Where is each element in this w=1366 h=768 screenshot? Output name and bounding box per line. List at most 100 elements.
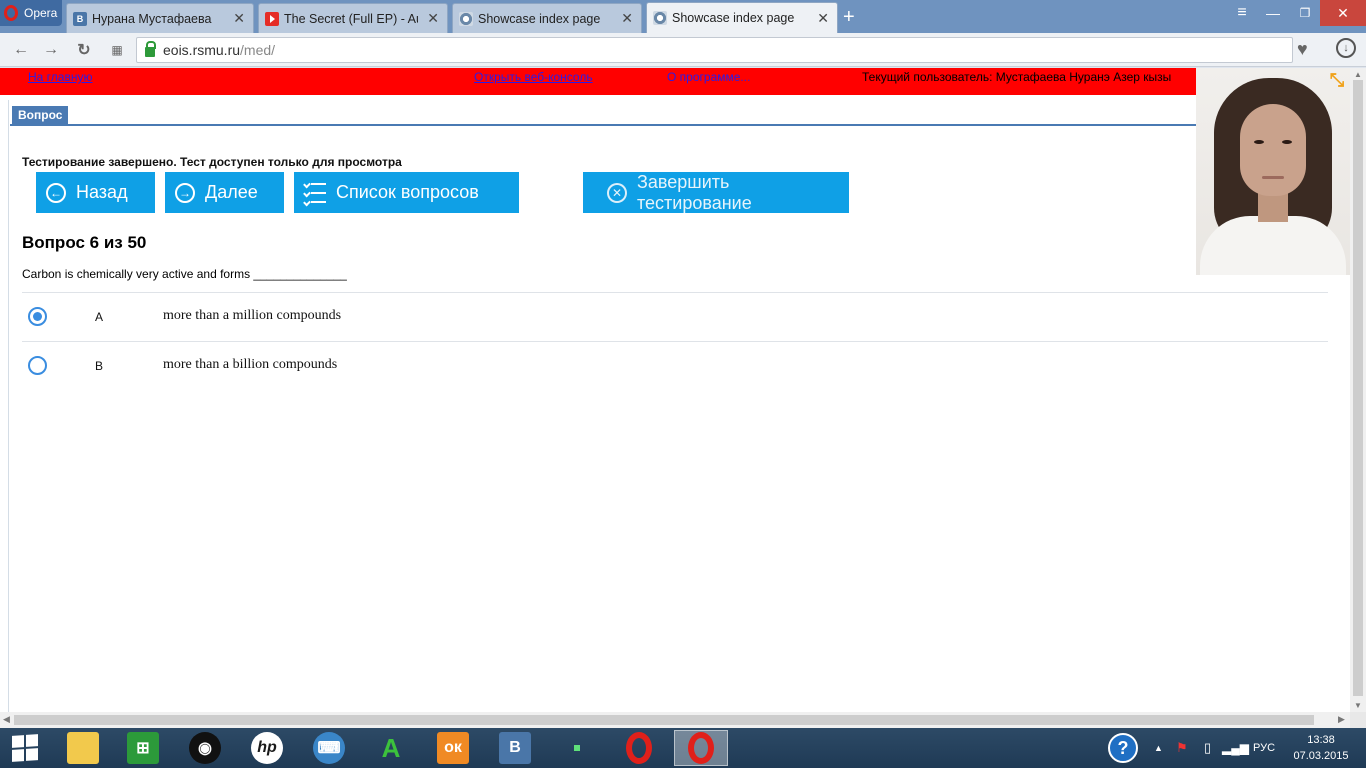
browser-tab-showcase-1[interactable]: Showcase index page ✕ [452,3,642,33]
letter-a-icon: A [381,732,401,763]
help-tray-icon[interactable]: ? [1108,728,1138,768]
signal-icon[interactable]: ▂▄▆ [1222,728,1249,768]
back-button[interactable]: ← Назад [36,172,155,213]
tab-title: The Secret (Full EP) - Aust [284,11,419,26]
question-section-tab[interactable]: Вопрос [12,106,69,124]
checklist-icon [304,182,326,203]
close-circle-icon: ✕ [607,182,627,203]
tab-close-icon[interactable]: ✕ [621,10,633,27]
test-status-text: Тестирование завершено. Тест доступен то… [22,155,402,169]
status-dot-icon [574,745,580,751]
taskbar-opera-1[interactable] [612,730,666,766]
folder-icon [67,732,99,764]
collapse-arrows-icon[interactable]: ⤡ [1327,70,1347,90]
tab-menu-icon[interactable]: ≡ [1228,0,1256,26]
home-link[interactable]: На главную [28,70,92,84]
scroll-right-icon[interactable]: ▶ [1338,714,1345,725]
top-nav-bar: На главную Открыть веб-консоль О програм… [0,68,1196,95]
tab-close-icon[interactable]: ✕ [817,10,829,27]
opera-menu-button[interactable]: Opera [0,0,62,26]
speed-dial-grid-icon[interactable]: ▦ [107,40,127,60]
taskbar-keyboard-app[interactable]: ⌨ [302,730,356,766]
hp-icon: hp [251,732,283,764]
taskbar-store[interactable]: ⊞ [116,730,170,766]
about-link[interactable]: О программе... [667,70,750,84]
scroll-down-icon[interactable]: ▼ [1354,701,1362,710]
minimize-icon[interactable]: — [1258,0,1288,26]
answer-option-b[interactable]: B more than a billion compounds [22,342,1328,390]
window-close-icon[interactable]: ✕ [1320,0,1366,26]
option-b-radio[interactable] [28,356,47,375]
restore-icon[interactable]: ❐ [1290,0,1320,26]
web-page: На главную Открыть веб-консоль О програм… [0,68,1350,712]
secure-lock-icon [145,40,156,57]
option-a-radio[interactable] [28,307,47,326]
tray-expand-icon[interactable]: ▲ [1154,728,1163,768]
url-field[interactable]: eois.rsmu.ru/med/ [136,37,1293,63]
url-host: eois.rsmu.ru [163,42,241,58]
showcase-icon [653,11,667,25]
reload-icon[interactable]: ↻ [74,40,94,60]
vk-icon: В [499,732,531,764]
taskbar-hp[interactable]: hp [240,730,294,766]
system-clock[interactable]: 13:38 07.03.2015 [1290,732,1352,764]
new-tab-icon[interactable]: + [843,6,855,29]
browser-tab-bar: Opera B Нурана Мустафаева ✕ The Secret (… [0,0,1366,33]
scroll-thumb[interactable] [1353,80,1363,696]
next-button-label: Далее [205,182,258,202]
horizontal-scrollbar[interactable]: ◀ ▶ [0,712,1350,728]
opera-menu-label: Opera [24,6,58,20]
back-button-label: Назад [76,182,128,202]
language-indicator[interactable]: РУС [1253,728,1275,768]
tab-close-icon[interactable]: ✕ [233,10,245,27]
tab-title: Showcase index page [672,11,795,25]
scroll-thumb[interactable] [14,715,1314,725]
question-heading: Вопрос 6 из 50 [22,233,147,252]
download-icon[interactable]: ↓ [1336,38,1356,58]
taskbar-odnoklassniki[interactable]: ок [426,730,480,766]
taskbar-opera-2[interactable] [674,730,728,766]
help-icon: ? [1108,733,1138,763]
browser-tab-vk[interactable]: B Нурана Мустафаева ✕ [66,3,254,33]
next-button[interactable]: → Далее [165,172,284,213]
answer-option-a[interactable]: A more than a million compounds [22,293,1328,341]
windows-logo-icon [12,734,38,762]
clock-date: 07.03.2015 [1293,750,1349,762]
webcam-photo [1196,68,1350,275]
web-console-link[interactable]: Открыть веб-консоль [474,70,593,84]
browser-tab-youtube[interactable]: The Secret (Full EP) - Aust ✕ [258,3,448,33]
question-list-button-label: Список вопросов [336,182,479,202]
taskbar-camera[interactable]: ◉ [178,730,232,766]
arrow-right-circle-icon: → [175,182,195,203]
flag-alert-icon[interactable]: ⚑ [1176,728,1188,768]
option-b-letter: B [95,359,104,373]
question-list-button[interactable]: Список вопросов [294,172,519,213]
store-icon: ⊞ [127,732,159,764]
tab-close-icon[interactable]: ✕ [427,10,439,27]
browser-tab-showcase-2[interactable]: Showcase index page ✕ [646,2,838,33]
opera-icon [688,732,714,764]
address-bar: ← → ↻ ▦ eois.rsmu.ru/med/ ♥ ↓ [0,33,1366,67]
question-text: Carbon is chemically very active and for… [22,267,347,281]
taskbar-explorer[interactable] [56,730,110,766]
youtube-icon [265,11,279,26]
scroll-left-icon[interactable]: ◀ [3,714,10,725]
vertical-scrollbar[interactable]: ▲ ▼ [1350,68,1366,712]
taskbar-vk[interactable]: В [488,730,542,766]
finish-test-button[interactable]: ✕ Завершить тестирование [583,172,849,213]
back-arrow-icon[interactable]: ← [11,40,31,60]
start-button[interactable] [0,730,50,766]
showcase-icon [459,11,473,26]
option-a-text: more than a million compounds [163,308,342,323]
taskbar-a-app[interactable]: A [364,730,418,766]
keyboard-icon: ⌨ [313,732,345,764]
battery-icon[interactable]: ▯ [1204,728,1211,768]
section-divider [10,124,1196,126]
vk-icon: B [73,11,87,26]
url-path: /med/ [240,42,276,58]
taskbar-green-app[interactable] [550,730,604,766]
bookmark-heart-icon[interactable]: ♥ [1297,39,1308,60]
scroll-up-icon[interactable]: ▲ [1354,70,1362,79]
forward-arrow-icon[interactable]: → [41,40,61,60]
option-b-text: more than a billion compounds [163,357,338,372]
